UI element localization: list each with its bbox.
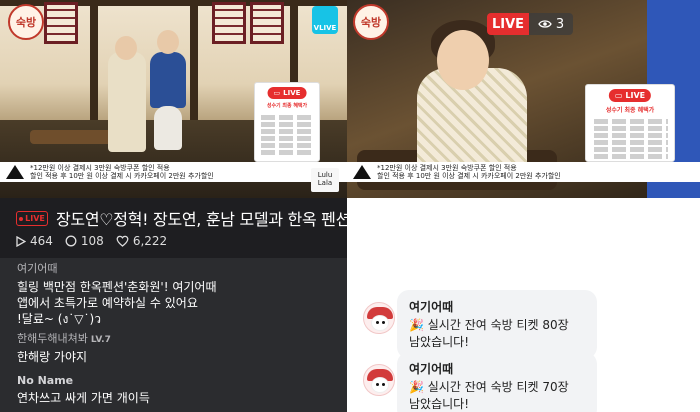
suksbang-logo: 숙방	[353, 4, 389, 40]
chat-author: 여기어때	[409, 362, 454, 376]
live-indicator: LIVE	[487, 13, 529, 35]
chat-text: 🎉 실시간 잔여 숙방 티켓 70장 남았습니다!	[409, 380, 569, 411]
chat-author: 여기어때	[409, 300, 454, 314]
chat-message: No Name 연차쓰고 싸게 가면 개이득	[17, 374, 150, 406]
live-dot-icon	[19, 216, 24, 221]
tv-icon: ▭	[614, 91, 623, 100]
likes-stat[interactable]: 6,222	[116, 234, 167, 248]
plays-stat: 464	[16, 234, 53, 248]
left-stream-panel: 숙방 VLIVE ▭ LIVE 성수기 최종 혜택가 *12만원 이상 결제시 3…	[0, 0, 347, 412]
right-chat-list[interactable]: 여기어때 🎉 실시간 잔여 숙방 티켓 80장 남았습니다! 여기어때 🎉 실시…	[347, 198, 700, 412]
chat-author: 여기어때	[17, 262, 58, 275]
chat-bubble: 여기어때 🎉 실시간 잔여 숙방 티켓 80장 남았습니다!	[397, 290, 597, 359]
chat-text: 한해랑 가야지	[17, 350, 88, 364]
live-badge: LIVE	[16, 211, 48, 226]
eye-icon	[538, 20, 552, 28]
promo-card: ▭ LIVE 성수기 최종 혜택가	[585, 84, 675, 162]
yeogi-avatar	[363, 302, 395, 334]
suksbang-logo: 숙방	[8, 4, 44, 40]
chat-bubble: 여기어때 🎉 실시간 잔여 숙방 티켓 70장 남았습니다!	[397, 352, 597, 412]
brand-triangle-icon	[353, 165, 371, 179]
promo-card: ▭ LIVE 성수기 최종 혜택가	[254, 82, 320, 162]
brand-triangle-icon	[6, 165, 24, 179]
heart-icon	[116, 235, 129, 247]
lulu-lala-watermark: Lulu Lala	[311, 168, 339, 192]
chat-text: 연차쓰고 싸게 가면 개이득	[17, 391, 150, 405]
stream-info: LIVE 장도연♡정혁! 장도연, 훈남 모델과 한옥 펜션 464 108 6…	[0, 198, 347, 258]
left-chat-list[interactable]: 여기어때 힐링 백만점 한옥펜션'춘화원'! 여기어때 앱에서 초특가로 예약하…	[0, 258, 347, 412]
tv-icon: ▭	[273, 89, 281, 97]
chat-text: 힐링 백만점 한옥펜션'춘화원'! 여기어때 앱에서 초특가로 예약하실 수 있…	[17, 280, 217, 326]
play-icon	[16, 235, 26, 247]
right-stream-panel: 숙방 LIVE 3 ▭ LIVE 성수기 최종 혜택가 *12만원 이상 결제시…	[347, 0, 700, 412]
chat-author: 한해두해내쳐봐 LV.7	[17, 332, 111, 345]
vlive-icon: VLIVE	[312, 6, 338, 34]
chat-message: 한해두해내쳐봐 LV.7 한해랑 가야지	[17, 330, 111, 365]
chat-text: 🎉 실시간 잔여 숙방 티켓 80장 남았습니다!	[409, 318, 569, 349]
promo-banner: *12만원 이상 결제시 3만원 숙방쿠폰 할인 적용 할인 적용 후 10만 …	[347, 162, 700, 182]
viewer-count: 3	[529, 13, 573, 35]
right-video-player[interactable]: 숙방 LIVE 3 ▭ LIVE 성수기 최종 혜택가 *12만원 이상 결제시…	[347, 0, 700, 198]
promo-banner: *12만원 이상 결제시 3만원 숙방쿠폰 할인 적용 할인 적용 후 10만 …	[0, 162, 347, 182]
chat-author: No Name	[17, 374, 74, 387]
comments-stat: 108	[65, 234, 104, 248]
chat-message: 여기어때 힐링 백만점 한옥펜션'춘화원'! 여기어때 앱에서 초특가로 예약하…	[17, 260, 217, 327]
stream-title[interactable]: 장도연♡정혁! 장도연, 훈남 모델과 한옥 펜션	[56, 206, 347, 230]
level-badge: LV.7	[90, 335, 111, 345]
left-video-player[interactable]: 숙방 VLIVE ▭ LIVE 성수기 최종 혜택가 *12만원 이상 결제시 3…	[0, 0, 347, 198]
stream-stats: 464 108 6,222	[16, 234, 167, 248]
yeogi-avatar	[363, 364, 395, 396]
comment-icon	[65, 235, 77, 247]
